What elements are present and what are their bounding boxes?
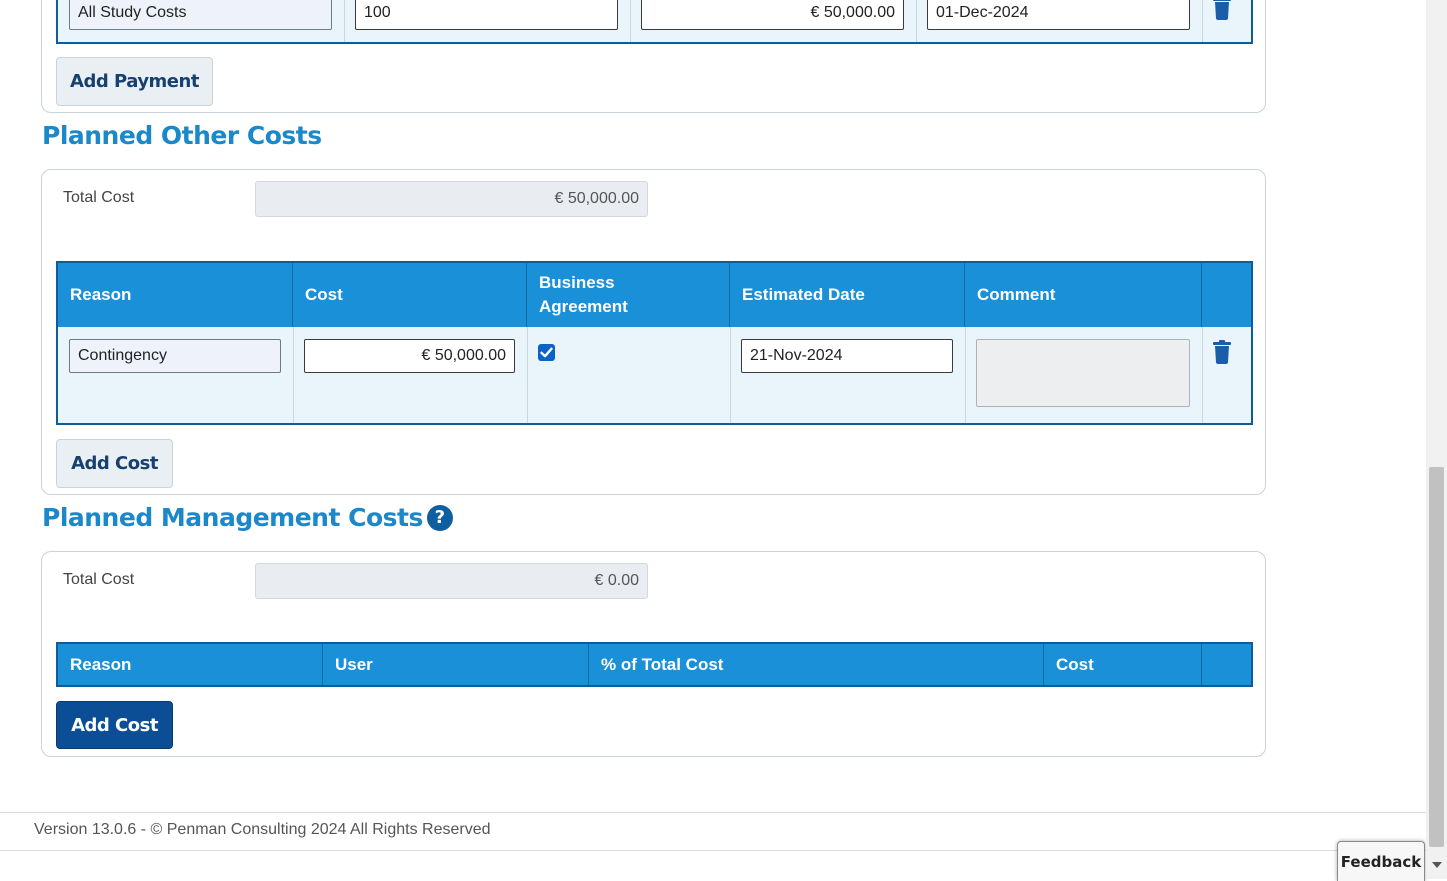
column-business-agreement: Business Agreement — [527, 263, 730, 327]
payment-delete-icon[interactable] — [1213, 0, 1231, 20]
payment-reason-field[interactable]: All Study Costs — [69, 0, 332, 30]
column-cost: Cost — [293, 263, 527, 327]
column-actions — [1202, 263, 1251, 327]
other-costs-title: Planned Other Costs — [42, 121, 322, 150]
column-percent-total-cost: % of Total Cost — [589, 644, 1044, 685]
cost-amount-field[interactable]: € 50,000.00 — [304, 339, 515, 373]
business-agreement-checkbox[interactable] — [538, 344, 555, 361]
management-costs-table-header: Reason User % of Total Cost Cost — [58, 644, 1251, 685]
column-reason: Reason — [58, 263, 293, 327]
payment-amount-field[interactable]: € 50,000.00 — [641, 0, 904, 30]
column-estimated-date: Estimated Date — [730, 263, 965, 327]
other-costs-total-label: Total Cost — [63, 189, 135, 206]
management-costs-table: Reason User % of Total Cost Cost — [56, 642, 1253, 687]
cost-reason-field[interactable]: Contingency — [69, 339, 281, 373]
column-cost: Cost — [1044, 644, 1202, 685]
add-management-cost-button[interactable]: Add Cost — [56, 701, 173, 749]
payment-date-field[interactable]: 01-Dec-2024 — [927, 0, 1190, 30]
management-costs-total-value: € 0.00 — [255, 563, 648, 599]
column-comment: Comment — [965, 263, 1202, 327]
scroll-down-arrow-icon[interactable] — [1432, 862, 1442, 868]
management-costs-total-label: Total Cost — [63, 571, 135, 588]
checkmark-icon — [540, 347, 553, 358]
column-reason: Reason — [58, 644, 323, 685]
comment-textarea[interactable] — [976, 339, 1190, 407]
page: All Study Costs 100 € 50,000.00 01-Dec-2… — [0, 0, 1426, 879]
other-costs-table-header: Reason Cost Business Agreement Estimated… — [58, 263, 1251, 327]
scrollbar-thumb[interactable] — [1429, 467, 1444, 847]
other-costs-total-value: € 50,000.00 — [255, 181, 648, 217]
add-payment-button[interactable]: Add Payment — [56, 57, 213, 106]
vertical-scrollbar[interactable] — [1426, 0, 1447, 879]
footer-divider-bottom — [0, 850, 1426, 851]
feedback-button[interactable]: Feedback — [1337, 841, 1425, 881]
payment-percent-field[interactable]: 100 — [355, 0, 618, 30]
add-other-cost-button[interactable]: Add Cost — [56, 439, 173, 488]
help-icon[interactable]: ? — [426, 505, 453, 531]
estimated-date-field[interactable]: 21-Nov-2024 — [741, 339, 953, 373]
management-costs-title: Planned Management Costs? — [42, 503, 453, 532]
footer-copyright: Version 13.0.6 - © Penman Consulting 202… — [34, 821, 491, 838]
footer-divider — [0, 812, 1426, 813]
cost-delete-icon[interactable] — [1213, 340, 1231, 364]
management-costs-title-text: Planned Management Costs — [42, 503, 423, 532]
column-user: User — [323, 644, 589, 685]
column-actions — [1202, 644, 1251, 685]
